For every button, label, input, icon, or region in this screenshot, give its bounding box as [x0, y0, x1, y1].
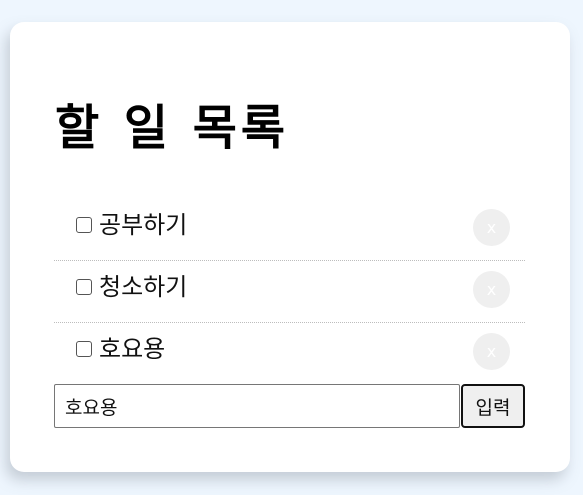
- todo-checkbox[interactable]: [76, 217, 92, 233]
- list-item: 호요용 x: [54, 323, 525, 385]
- list-item: 청소하기 x: [54, 261, 525, 323]
- todo-label: 청소하기: [99, 273, 188, 301]
- todo-list: 공부하기 x 청소하기 x 호요용 x: [54, 199, 525, 385]
- delete-button[interactable]: x: [473, 209, 510, 246]
- page-title: 할 일 목록: [55, 100, 290, 156]
- list-item: 공부하기 x: [54, 199, 525, 261]
- todo-checkbox[interactable]: [76, 279, 92, 295]
- todo-label: 공부하기: [99, 211, 188, 239]
- submit-button[interactable]: 입력: [461, 384, 525, 428]
- todo-input[interactable]: [54, 384, 460, 428]
- delete-button[interactable]: x: [473, 333, 510, 370]
- todo-label: 호요용: [99, 335, 166, 363]
- todo-card: 할 일 목록 공부하기 x 청소하기 x 호요용 x 입력: [10, 22, 570, 472]
- todo-checkbox[interactable]: [76, 341, 92, 357]
- delete-button[interactable]: x: [473, 271, 510, 308]
